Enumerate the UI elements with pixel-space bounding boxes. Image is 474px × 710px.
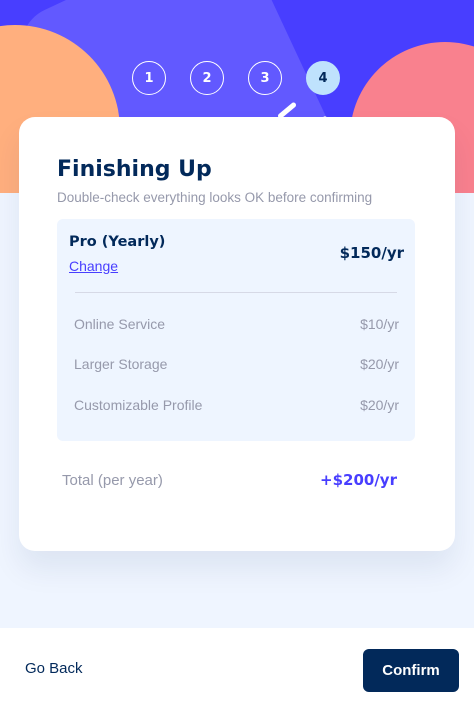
divider — [75, 292, 397, 293]
addon-row: Online Service $10/yr — [74, 314, 399, 334]
page-subtitle: Double-check everything looks OK before … — [57, 190, 373, 205]
addon-name: Larger Storage — [74, 356, 168, 372]
addon-name: Online Service — [74, 316, 166, 332]
plan-price: $150/yr — [339, 244, 404, 262]
page-title: Finishing Up — [57, 157, 212, 182]
total-label: Total (per year) — [62, 471, 163, 489]
go-back-button[interactable]: Go Back — [25, 660, 83, 677]
addon-price: $20/yr — [360, 397, 399, 413]
step-1: 1 — [132, 61, 166, 95]
addon-row: Customizable Profile $20/yr — [74, 395, 399, 415]
step-indicator: 1 2 3 4 — [132, 61, 340, 95]
plan-name: Pro (Yearly) — [69, 234, 166, 250]
addon-price: $20/yr — [360, 356, 399, 372]
footer-bar: Go Back Confirm — [0, 628, 474, 710]
summary-card: Finishing Up Double-check everything loo… — [19, 117, 455, 551]
total-price: +$200/yr — [320, 471, 397, 489]
addon-name: Customizable Profile — [74, 397, 203, 413]
step-2: 2 — [190, 61, 224, 95]
step-4-active: 4 — [306, 61, 340, 95]
change-plan-link[interactable]: Change — [69, 258, 118, 274]
step-3: 3 — [248, 61, 282, 95]
addon-row: Larger Storage $20/yr — [74, 354, 399, 374]
order-summary: Pro (Yearly) Change $150/yr Online Servi… — [57, 219, 415, 441]
confirm-button[interactable]: Confirm — [363, 649, 459, 692]
addon-price: $10/yr — [360, 316, 399, 332]
total-row: Total (per year) +$200/yr — [62, 471, 397, 489]
